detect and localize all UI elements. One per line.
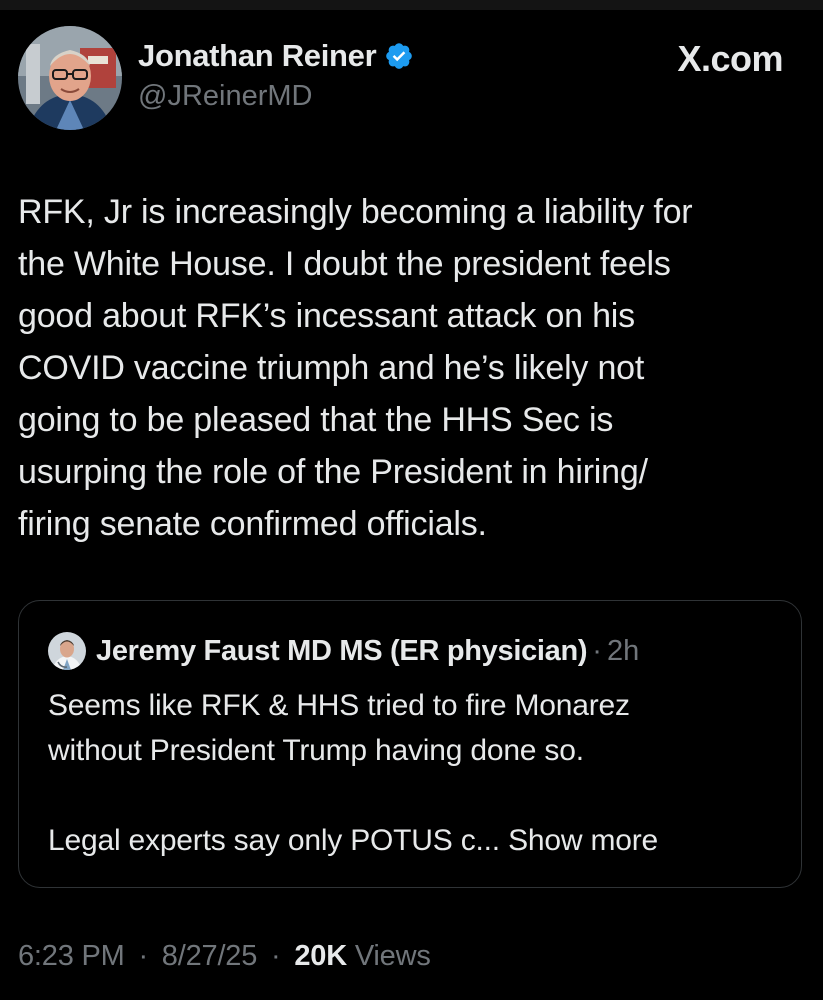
author-avatar[interactable]: [18, 26, 122, 130]
quote-author-name[interactable]: Jeremy Faust MD MS (ER physician): [96, 635, 588, 668]
verified-badge-icon: [384, 41, 414, 71]
quote-author-avatar[interactable]: [48, 632, 86, 670]
quote-header: Jeremy Faust MD MS (ER physician) · 2h: [48, 631, 639, 671]
tweet-time[interactable]: 6:23 PM: [18, 940, 125, 972]
author-info: Jonathan Reiner @JReinerMD: [138, 36, 414, 113]
show-more-link[interactable]: Show more: [508, 824, 658, 857]
quote-truncated-text: Legal experts say only POTUS c...: [48, 824, 500, 857]
tweet-header: Jonathan Reiner @JReinerMD X.com: [18, 26, 808, 130]
quote-truncated-line: Legal experts say only POTUS c... Show m…: [48, 818, 658, 863]
brand-logo: X.com: [677, 38, 783, 79]
quoted-tweet-card[interactable]: Jeremy Faust MD MS (ER physician) · 2h S…: [18, 600, 802, 888]
views-label: Views: [354, 940, 431, 972]
quote-text: Seems like RFK & HHS tried to fire Monar…: [48, 689, 630, 767]
tweet-text: RFK, Jr is increasingly becoming a liabi…: [18, 193, 693, 543]
author-name-row: Jonathan Reiner: [138, 36, 414, 76]
quote-timestamp[interactable]: 2h: [607, 635, 639, 668]
meta-separator: ·: [271, 940, 281, 972]
quote-separator: ·: [592, 634, 602, 667]
meta-separator: ·: [138, 940, 148, 972]
views-count: 20K: [294, 940, 347, 972]
top-strip: [0, 0, 823, 10]
tweet-date[interactable]: 8/27/25: [162, 940, 258, 972]
tweet-meta: 6:23 PM · 8/27/25 · 20K Views: [18, 940, 431, 973]
author-name[interactable]: Jonathan Reiner: [138, 38, 377, 74]
author-handle[interactable]: @JReinerMD: [138, 80, 414, 113]
